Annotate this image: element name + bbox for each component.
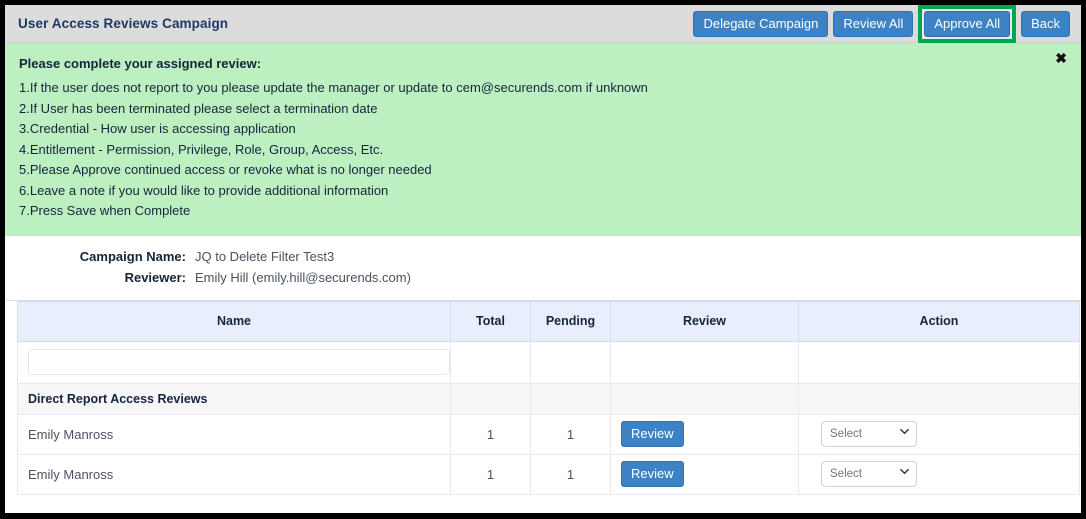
instruction-line-4: 4.Entitlement - Permission, Privilege, R… (19, 141, 384, 157)
action-select-wrap: Select (821, 461, 917, 487)
review-button[interactable]: Review (621, 421, 684, 447)
campaign-name-label: Campaign Name: (79, 248, 186, 264)
cell-total: 1 (450, 453, 531, 495)
instructions-banner: ✖ Please complete your assigned review: … (5, 43, 1081, 236)
campaign-meta: Campaign Name: JQ to Delete Filter Test3… (5, 235, 1081, 301)
cell-pending: 1 (530, 413, 611, 455)
action-select[interactable]: Select (821, 421, 917, 447)
reviewer-row: Reviewer: Emily Hill (emily.hill@securen… (5, 267, 1081, 288)
page-title: User Access Reviews Campaign (18, 16, 229, 31)
column-header-pending: Pending (530, 300, 611, 342)
column-header-total: Total (450, 300, 531, 342)
instruction-line-1: 1.If the user does not report to you ple… (19, 80, 648, 95)
instruction-line-3: 3.Credential - How user is accessing app… (19, 121, 296, 136)
cell-action: Select (798, 413, 1080, 455)
instruction-line-2: 2.If User has been terminated please sel… (19, 100, 378, 116)
instruction-line-5: 5.Please Approve continued access or rev… (19, 162, 432, 177)
column-header-review: Review (610, 300, 799, 342)
campaign-name-row: Campaign Name: JQ to Delete Filter Test3 (5, 246, 1081, 267)
instruction-line-7: 7.Press Save when Complete (19, 203, 191, 218)
app-window: User Access Reviews Campaign Delegate Ca… (0, 0, 1086, 519)
back-button[interactable]: Back (1021, 10, 1070, 37)
filter-cell-name (17, 340, 451, 384)
instructions-title: Please complete your assigned review: (19, 56, 262, 71)
table-header: Name Total Pending Review Action (17, 300, 1080, 342)
cell-total: 1 (450, 413, 531, 455)
table-header-row: Name Total Pending Review Action (17, 300, 1080, 342)
search-input[interactable] (28, 349, 450, 375)
campaign-name-value: JQ to Delete Filter Test3 (195, 248, 335, 264)
review-all-button[interactable]: Review All (833, 10, 914, 37)
table-body: Direct Report Access Reviews Emily Manro… (17, 340, 1080, 495)
cell-action: Select (798, 453, 1080, 495)
approve-all-button[interactable]: Approve All (924, 10, 1011, 37)
reviewer-label: Reviewer: (124, 269, 186, 285)
group-row: Direct Report Access Reviews (17, 382, 1080, 415)
reviews-table: Name Total Pending Review Action Direct … (17, 300, 1080, 495)
action-select[interactable]: Select (821, 461, 917, 487)
reviewer-value: Emily Hill (emily.hill@securends.com) (195, 269, 411, 285)
column-header-action: Action (798, 300, 1080, 342)
group-label: Direct Report Access Reviews (17, 382, 451, 415)
cell-review: Review (610, 453, 799, 495)
cell-name: Emily Manross (17, 453, 451, 495)
close-icon[interactable]: ✖ (1055, 51, 1067, 65)
filter-cell-review (610, 340, 799, 384)
cell-name: Emily Manross (17, 413, 451, 455)
filter-cell-total (450, 340, 531, 384)
group-cell-action (798, 382, 1080, 415)
filter-cell-pending (530, 340, 611, 384)
group-cell-total (450, 382, 531, 415)
delegate-campaign-button[interactable]: Delegate Campaign (693, 10, 829, 37)
cell-pending: 1 (530, 453, 611, 495)
reviews-table-container: Name Total Pending Review Action Direct … (5, 300, 1081, 495)
header-actions: Delegate Campaign Review All Approve All… (693, 5, 1075, 43)
panel-header: User Access Reviews Campaign Delegate Ca… (5, 5, 1081, 43)
table-row: Emily Manross 1 1 Review Select (17, 413, 1080, 455)
action-select-wrap: Select (821, 421, 917, 447)
group-cell-pending (530, 382, 611, 415)
instruction-line-6: 6.Leave a note if you would like to prov… (19, 182, 389, 198)
filter-row (17, 340, 1080, 384)
group-cell-review (610, 382, 799, 415)
table-row: Emily Manross 1 1 Review Select (17, 453, 1080, 495)
approve-all-highlight: Approve All (918, 5, 1017, 43)
column-header-name: Name (17, 300, 451, 342)
review-button[interactable]: Review (621, 461, 684, 487)
cell-review: Review (610, 413, 799, 455)
filter-cell-action (798, 340, 1080, 384)
